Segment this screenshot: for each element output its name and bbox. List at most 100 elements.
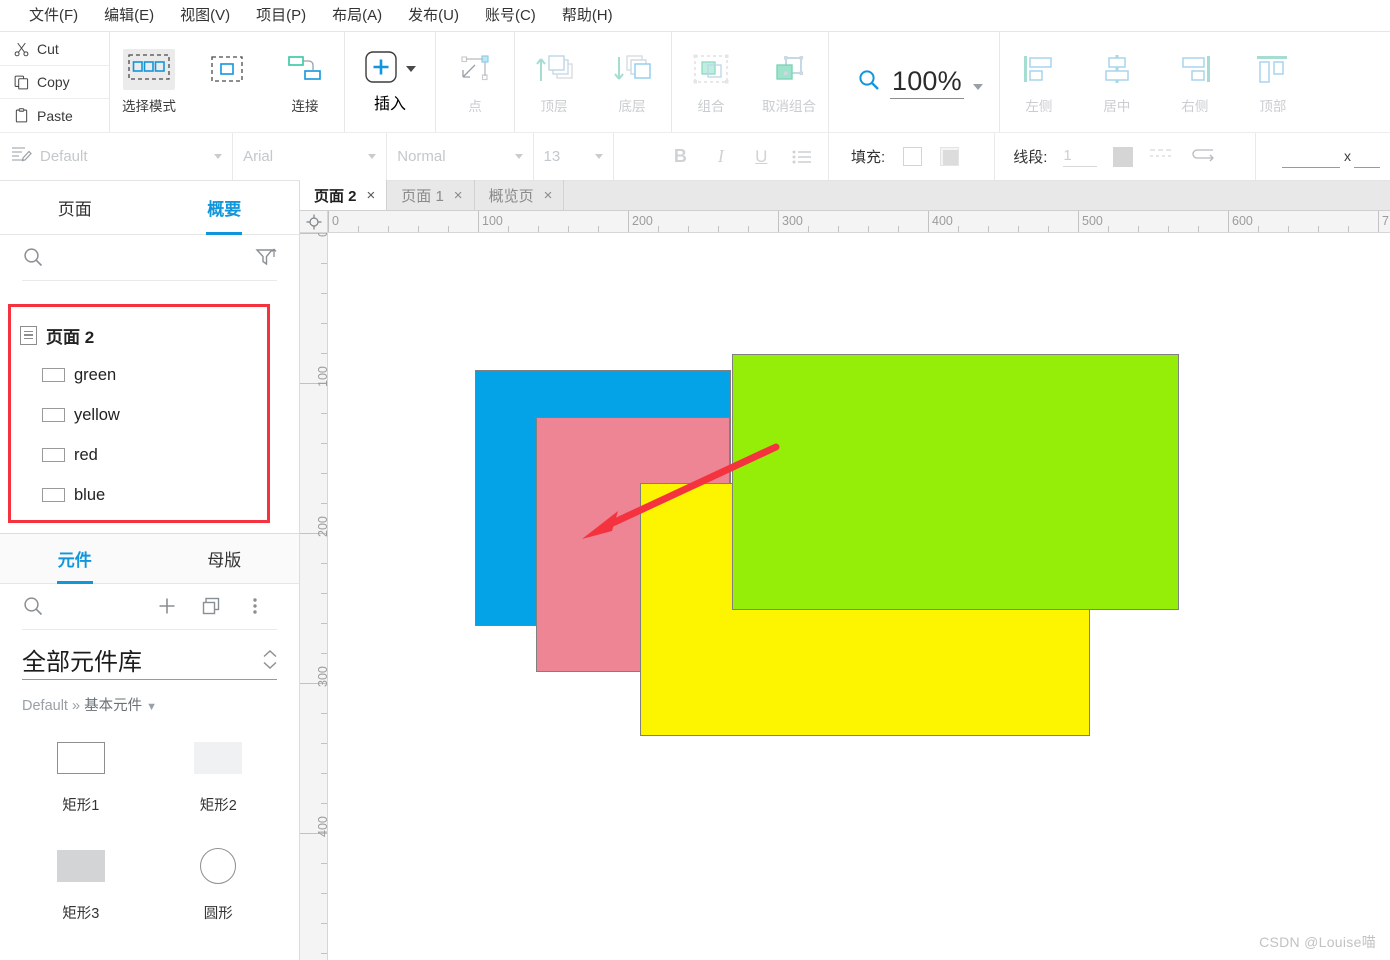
- text-style-value: Default: [40, 148, 88, 165]
- chevron-down-icon[interactable]: [594, 154, 603, 159]
- send-to-back-button[interactable]: 底层: [593, 38, 671, 122]
- menu-account[interactable]: 账号(C): [472, 1, 549, 31]
- widget-circle[interactable]: 圆形: [150, 843, 288, 923]
- tree-node-red[interactable]: red: [0, 435, 299, 475]
- doc-tab-page2[interactable]: 页面 2 ×: [300, 180, 388, 210]
- doc-tab-page1[interactable]: 页面 1 ×: [387, 180, 475, 210]
- doc-tab-overview[interactable]: 概览页 ×: [475, 180, 565, 210]
- point-button[interactable]: 点: [436, 38, 514, 122]
- point-label: 点: [468, 99, 482, 114]
- cut-button[interactable]: Cut: [0, 33, 109, 66]
- ruler-tick: [321, 923, 327, 924]
- tree-node-page2[interactable]: 页面 2: [0, 315, 299, 355]
- close-icon[interactable]: ×: [367, 187, 376, 204]
- font-size-select[interactable]: 13: [534, 133, 614, 180]
- breadcrumb-root[interactable]: Default: [22, 698, 68, 714]
- widget-rect3[interactable]: 矩形3: [12, 843, 150, 923]
- zoom-control[interactable]: 100%: [829, 32, 1000, 132]
- close-icon[interactable]: ×: [454, 187, 463, 204]
- canvas-shape-green[interactable]: [732, 354, 1179, 610]
- menu-view[interactable]: 视图(V): [167, 1, 243, 31]
- menu-publish[interactable]: 发布(U): [395, 1, 472, 31]
- select-mode-button[interactable]: 选择模式: [110, 38, 188, 122]
- font-family-select[interactable]: Arial: [233, 133, 388, 180]
- menu-file[interactable]: 文件(F): [16, 1, 91, 31]
- search-icon[interactable]: [22, 595, 66, 622]
- filter-sort-icon[interactable]: [255, 247, 277, 272]
- align-right-button[interactable]: 右侧: [1156, 38, 1234, 122]
- breadcrumb-caret-icon[interactable]: ▼: [146, 701, 157, 713]
- tab-masters[interactable]: 母版: [150, 534, 300, 583]
- menu-layout[interactable]: 布局(A): [319, 1, 395, 31]
- tree-node-yellow[interactable]: yellow: [0, 395, 299, 435]
- align-left-button[interactable]: 左侧: [1000, 38, 1078, 122]
- tree-node-label: blue: [74, 485, 106, 504]
- widget-rect2[interactable]: 矩形2: [150, 735, 288, 815]
- insert-button[interactable]: 插入: [345, 38, 435, 114]
- text-style-select[interactable]: Default: [0, 133, 234, 180]
- bring-to-front-button[interactable]: 顶层: [515, 38, 593, 122]
- ruler-tick: [898, 226, 899, 232]
- line-width-input[interactable]: 1: [1063, 147, 1098, 167]
- widget-rect1[interactable]: 矩形1: [12, 735, 150, 815]
- tab-pages[interactable]: 页面: [0, 181, 150, 234]
- line-dash-icon[interactable]: [1149, 147, 1175, 166]
- breadcrumb-separator: »: [71, 698, 81, 714]
- font-weight-select[interactable]: Normal: [387, 133, 534, 180]
- ruler-origin-button[interactable]: [300, 211, 328, 233]
- fill-none-swatch[interactable]: [903, 147, 923, 166]
- italic-button[interactable]: I: [708, 146, 734, 167]
- single-select-button[interactable]: [188, 38, 266, 122]
- connect-icon: [287, 48, 323, 90]
- line-color-swatch[interactable]: [1113, 146, 1134, 167]
- tab-widgets[interactable]: 元件: [0, 534, 150, 583]
- chevron-down-icon[interactable]: [368, 154, 377, 159]
- paste-button[interactable]: Paste: [0, 99, 109, 132]
- design-canvas[interactable]: [328, 233, 1390, 960]
- line-arrow-icon[interactable]: [1191, 146, 1217, 167]
- copy-button[interactable]: Copy: [0, 66, 109, 99]
- chevron-down-icon[interactable]: [214, 154, 223, 159]
- ruler-tick: [628, 211, 629, 232]
- library-select[interactable]: 全部元件库: [22, 640, 277, 680]
- align-group: 左侧 居中 右侧 顶部: [1000, 32, 1312, 132]
- mode-group: 选择模式 连接: [110, 32, 345, 132]
- breadcrumb-leaf[interactable]: 基本元件: [84, 698, 142, 714]
- horizontal-ruler[interactable]: 0 100 200 300 400 500 600 7: [328, 211, 1390, 233]
- line-label: 线段:: [1013, 149, 1048, 166]
- connect-button[interactable]: 连接: [266, 38, 344, 122]
- zoom-value[interactable]: 100%: [890, 66, 964, 99]
- menu-help[interactable]: 帮助(H): [549, 1, 626, 31]
- group-button[interactable]: 组合: [672, 38, 750, 122]
- cut-label: Cut: [37, 41, 59, 57]
- bold-button[interactable]: B: [667, 146, 693, 167]
- ruler-tick: [1078, 211, 1079, 232]
- vertical-ruler[interactable]: 0 100 200 300 400: [300, 233, 328, 960]
- menu-edit[interactable]: 编辑(E): [91, 1, 167, 31]
- y-input[interactable]: [1354, 146, 1381, 168]
- chevron-down-icon[interactable]: [514, 154, 523, 159]
- fill-color-swatch[interactable]: [940, 147, 960, 166]
- underline-button[interactable]: U: [748, 147, 774, 167]
- duplicate-icon[interactable]: [189, 596, 233, 621]
- align-top-button[interactable]: 顶部: [1234, 38, 1312, 122]
- more-vertical-icon[interactable]: [233, 596, 277, 621]
- breadcrumb[interactable]: Default » 基本元件 ▼: [0, 680, 299, 715]
- list-icon[interactable]: [789, 149, 815, 165]
- line-group: 线段: 1: [995, 133, 1257, 180]
- x-input[interactable]: [1282, 146, 1341, 168]
- tree-node-green[interactable]: green: [0, 355, 299, 395]
- spinner-icon[interactable]: [263, 650, 277, 669]
- tab-outline[interactable]: 概要: [150, 181, 300, 234]
- close-icon[interactable]: ×: [544, 187, 553, 204]
- plus-icon[interactable]: [145, 596, 189, 621]
- chevron-down-icon[interactable]: [406, 66, 416, 72]
- tree-node-blue[interactable]: blue: [0, 475, 299, 515]
- ungroup-button[interactable]: 取消组合: [750, 38, 828, 122]
- ruler-tick: [321, 293, 327, 294]
- menu-project[interactable]: 项目(P): [243, 1, 319, 31]
- align-center-button[interactable]: 居中: [1078, 38, 1156, 122]
- chevron-down-icon[interactable]: [972, 84, 983, 90]
- search-icon[interactable]: [22, 246, 44, 273]
- outline-tree: 页面 2 green yellow red blue: [0, 283, 299, 515]
